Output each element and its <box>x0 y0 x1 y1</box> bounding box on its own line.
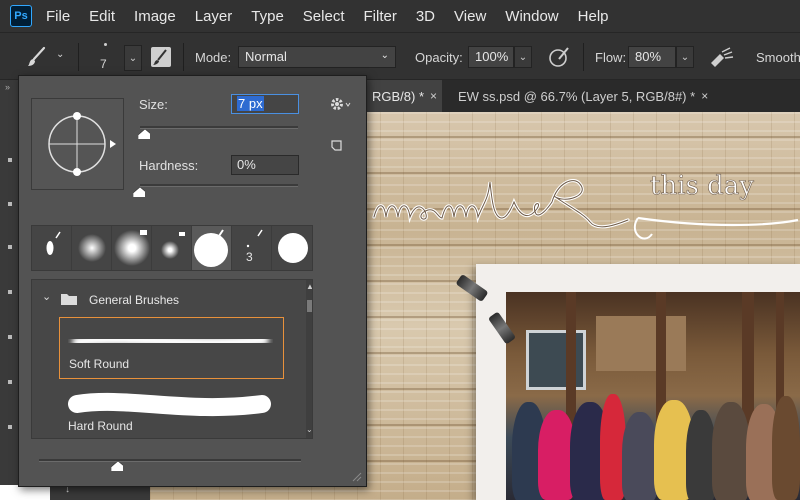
mode-chevron-icon: ⌄ <box>380 50 389 61</box>
house-siding <box>596 316 686 371</box>
pressure-opacity-icon[interactable] <box>548 46 572 68</box>
window <box>526 330 586 390</box>
size-input[interactable]: 7 px <box>231 94 299 114</box>
opacity-label: Opacity: <box>415 50 463 65</box>
brush-preset-list[interactable]: ⌄ General Brushes Soft Round Hard Round … <box>31 279 313 439</box>
hardness-slider-thumb[interactable] <box>133 187 145 197</box>
list-item[interactable]: Hard Round <box>59 380 284 438</box>
collapse-toolbar-icon[interactable]: » <box>5 82 10 92</box>
photo-of-children <box>506 292 800 500</box>
flow-input[interactable]: 80% <box>628 46 676 68</box>
new-preset-icon[interactable] <box>330 139 344 153</box>
brush-tip-preview[interactable] <box>31 98 124 190</box>
brush-tool-icon[interactable] <box>26 46 48 68</box>
document-tab-bar: RGB/8) * × EW ss.psd @ 66.7% (Layer 5, R… <box>366 80 800 112</box>
tools-panel: » <box>0 80 22 500</box>
scroll-down-icon[interactable]: ⌄ <box>306 425 312 434</box>
airbrush-icon[interactable] <box>708 46 734 68</box>
recent-brush-tips: 3 <box>31 225 313 271</box>
hardness-label: Hardness: <box>139 158 199 173</box>
brush-settings-panel-icon[interactable] <box>150 46 172 68</box>
tab-ew-ss-document[interactable]: EW ss.psd @ 66.7% (Layer 5, RGB/8#) * × <box>452 80 752 112</box>
tab-label: EW ss.psd @ 66.7% (Layer 5, RGB/8#) * <box>458 88 696 104</box>
hardness-input[interactable]: 0% <box>231 155 299 175</box>
opacity-dropdown-button[interactable]: ⌄ <box>514 46 532 68</box>
menu-filter[interactable]: Filter <box>364 8 397 25</box>
tool-icon[interactable] <box>8 245 12 249</box>
group-general-brushes[interactable]: ⌄ General Brushes <box>32 280 306 318</box>
menu-view[interactable]: View <box>454 8 486 25</box>
brush-name: Soft Round <box>69 357 130 371</box>
menu-type[interactable]: Type <box>251 8 284 25</box>
brush-name: Hard Round <box>68 419 133 433</box>
mode-label: Mode: <box>195 50 232 65</box>
menu-help[interactable]: Help <box>578 8 609 25</box>
hardness-slider[interactable] <box>140 184 298 187</box>
close-icon[interactable]: × <box>701 89 708 103</box>
brush-angle-roundness-icon[interactable] <box>32 99 125 191</box>
soft-round-stroke-preview <box>72 333 269 349</box>
options-bar: ⌄ 7 ⌄ Mode: Normal ⌄ Opacity: 100% ⌄ Flo… <box>0 32 800 80</box>
size-label: Size: <box>139 97 168 112</box>
brush-tip-soft-tiny[interactable] <box>152 226 192 270</box>
folder-icon <box>61 294 77 305</box>
preview-size-slider[interactable] <box>39 459 301 462</box>
tool-icon[interactable] <box>8 202 12 206</box>
tool-icon[interactable] <box>8 335 12 339</box>
menu-edit[interactable]: Edit <box>89 8 115 25</box>
tab-label: RGB/8) * <box>372 88 425 104</box>
flow-label: Flow: <box>595 50 627 65</box>
brush-tip-soft-large[interactable] <box>112 226 152 270</box>
photo-frame <box>476 264 800 500</box>
tool-icon[interactable] <box>8 380 12 384</box>
brush-tip-hard-large[interactable] <box>192 226 232 270</box>
brush-picker-toggle-button[interactable]: ⌄ <box>124 45 142 71</box>
close-icon[interactable]: × <box>430 89 437 103</box>
resize-grip-icon[interactable] <box>350 470 362 482</box>
mode-dropdown[interactable]: Normal ⌄ <box>238 46 396 68</box>
menu-3d[interactable]: 3D <box>416 8 435 25</box>
tool-icon[interactable] <box>8 158 12 162</box>
chevron-down-icon[interactable]: ⌄ <box>42 290 51 303</box>
background-color-swatch[interactable] <box>0 485 22 500</box>
tool-icon[interactable] <box>8 425 12 429</box>
this-day-text: this day <box>650 171 754 201</box>
tip-size-label: 3 <box>246 250 253 264</box>
scrollbar-thumb[interactable] <box>307 300 312 312</box>
brush-tip-soft-small[interactable] <box>72 226 112 270</box>
brush-tip-pencil[interactable] <box>32 226 72 270</box>
photoshop-logo-icon: Ps <box>10 5 32 27</box>
gear-icon[interactable] <box>329 96 353 112</box>
mode-value: Normal <box>245 49 287 64</box>
menu-bar: Ps File Edit Image Layer Type Select Fil… <box>0 0 800 32</box>
menu-image[interactable]: Image <box>134 8 176 25</box>
brush-size-dot-icon <box>104 43 107 46</box>
tool-icon[interactable] <box>8 290 12 294</box>
group-name: General Brushes <box>89 293 180 307</box>
tab-active-document[interactable]: RGB/8) * × <box>366 80 442 112</box>
brush-preset-picker: Size: 7 px Hardness: 0% 3 ⌄ General Brus… <box>18 75 367 487</box>
size-slider[interactable] <box>140 126 298 129</box>
menu-layer[interactable]: Layer <box>195 8 233 25</box>
photoshop-window: Ps File Edit Image Layer Type Select Fil… <box>0 0 800 500</box>
brush-size-value: 7 <box>100 57 107 71</box>
tool-preset-chevron-icon[interactable]: ⌄ <box>56 49 64 60</box>
flow-dropdown-button[interactable]: ⌄ <box>676 46 694 68</box>
scrollbar[interactable]: ▲ ⌄ <box>306 280 312 438</box>
menu-file[interactable]: File <box>46 8 70 25</box>
menu-select[interactable]: Select <box>303 8 345 25</box>
hard-round-stroke-preview <box>68 392 271 417</box>
opacity-input[interactable]: 100% <box>468 46 514 68</box>
scroll-up-icon[interactable]: ▲ <box>306 282 312 291</box>
remember-this-day-word-art: this day <box>372 171 799 240</box>
size-slider-thumb[interactable] <box>138 129 150 139</box>
brush-tip-size-3[interactable]: 3 <box>232 226 272 270</box>
smoothing-label: Smooth <box>756 50 800 65</box>
brush-tip-hard-medium[interactable] <box>272 226 312 270</box>
preview-size-thumb[interactable] <box>111 461 123 471</box>
size-value: 7 px <box>237 96 264 111</box>
menu-window[interactable]: Window <box>505 8 558 25</box>
list-item[interactable]: Soft Round <box>59 317 284 379</box>
